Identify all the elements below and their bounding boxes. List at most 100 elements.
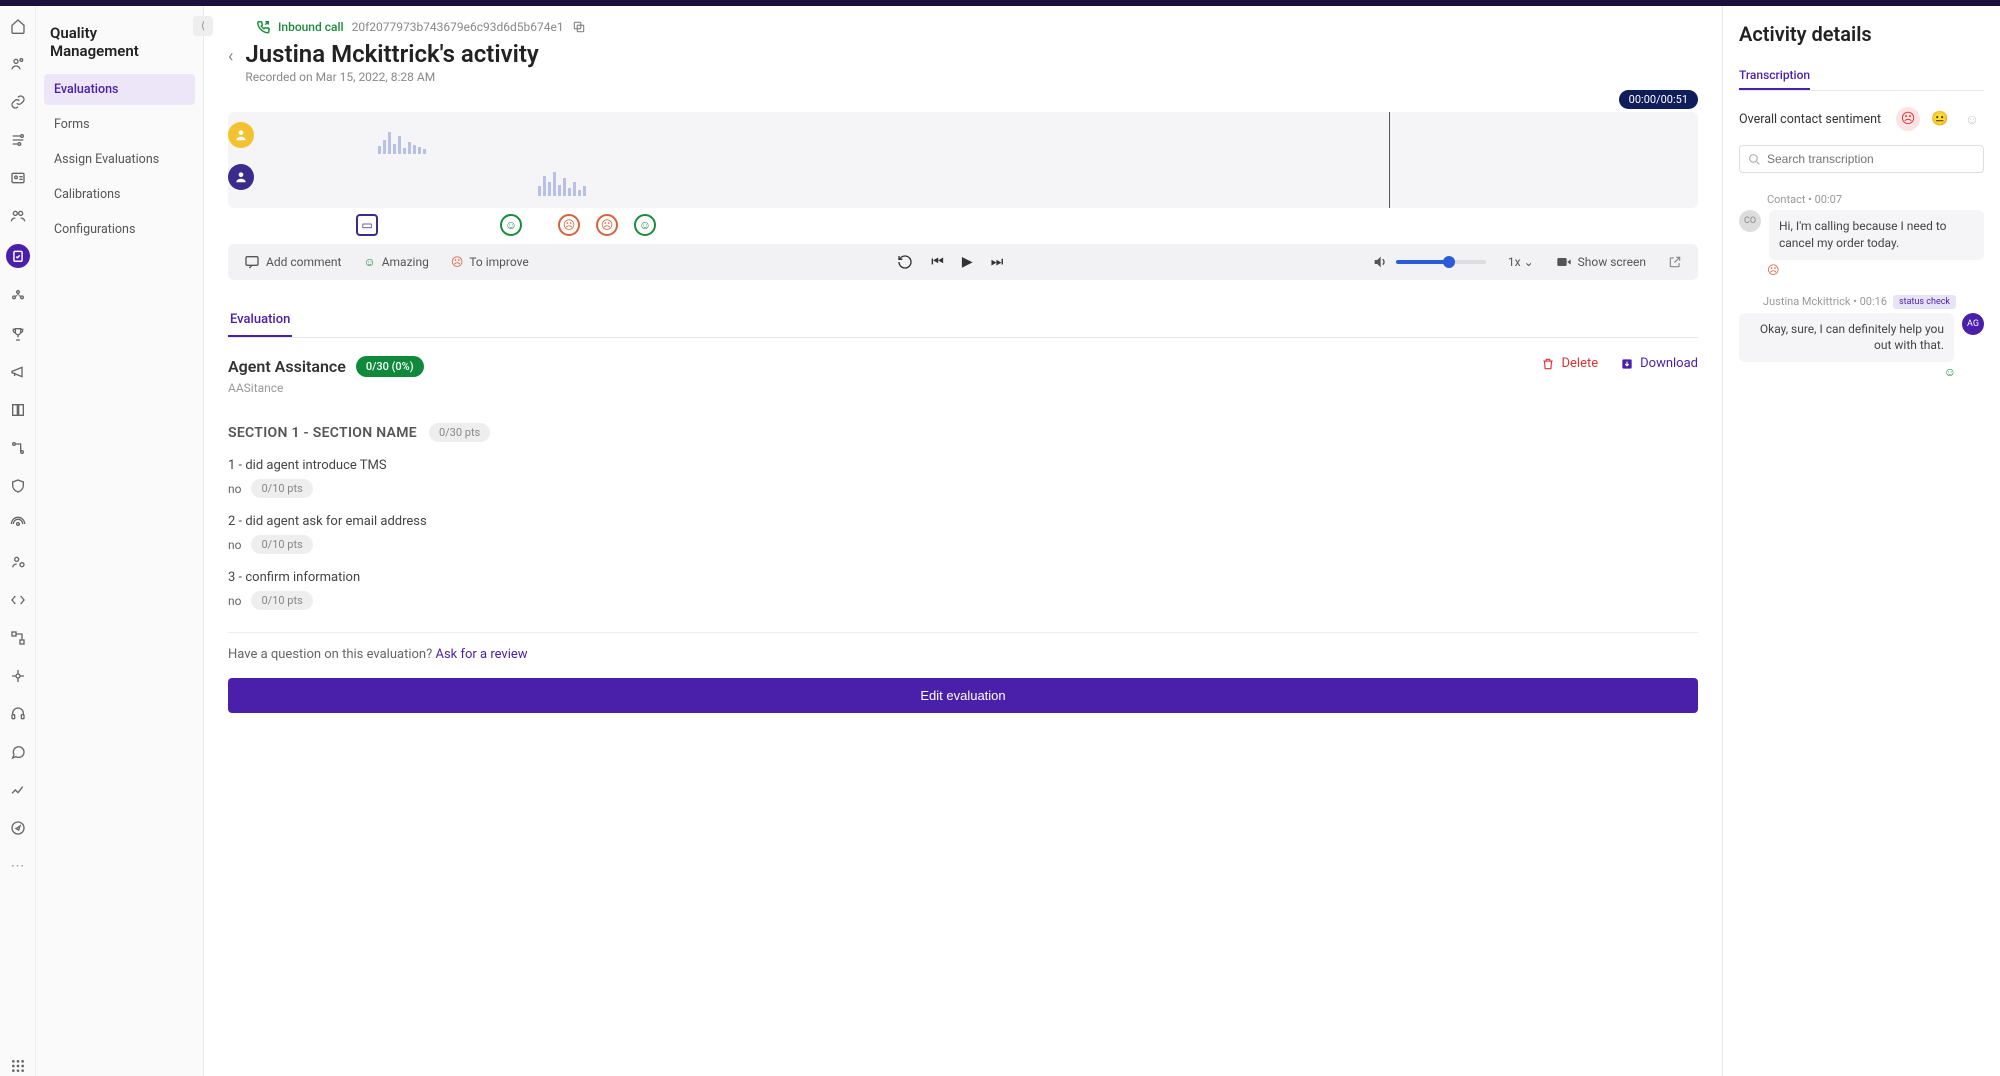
to-improve-button[interactable]: ☹ To improve [451,255,529,269]
contact-waveform [378,126,426,154]
question-answer: no [228,482,241,496]
trash-icon [1541,357,1555,371]
chat-icon[interactable] [8,742,28,762]
question-answer: no [228,538,241,552]
book-icon[interactable] [8,400,28,420]
note-marker-icon[interactable]: ▭ [356,214,378,236]
video-icon [1556,254,1572,270]
tab-evaluation[interactable]: Evaluation [228,304,292,337]
headset-icon[interactable] [8,704,28,724]
amazing-button[interactable]: ☺ Amazing [363,255,428,269]
home-icon[interactable] [8,16,28,36]
back-button[interactable]: ‹ [228,40,233,67]
analytics-icon[interactable] [8,780,28,800]
tab-transcription[interactable]: Transcription [1739,62,1810,90]
message-bubble[interactable]: Hi, I'm calling because I need to cancel… [1769,210,1984,260]
clipboard-check-icon[interactable] [6,244,30,268]
sidebar-item-evaluations[interactable]: Evaluations [44,74,195,105]
playback-speed-selector[interactable]: 1x ⌄ [1508,255,1534,269]
message-bubble[interactable]: Okay, sure, I can definitely help you ou… [1739,313,1954,363]
section-points-badge: 0/30 pts [429,423,490,442]
collapse-sidebar-button[interactable]: ⟨ [193,16,213,36]
download-label: Download [1640,356,1698,371]
replay-icon[interactable] [897,254,913,270]
question-text: 1 - did agent introduce TMS [228,458,1698,473]
trophy-icon[interactable] [8,324,28,344]
workflow-icon[interactable] [8,628,28,648]
transcript-message: Justina Mckittrick • 00:16 status check … [1739,295,1984,380]
smile-icon: ☺ [363,255,375,269]
sidebar: ⟨ Quality Management EvaluationsFormsAss… [36,6,204,1076]
question-item: 1 - did agent introduce TMS no 0/10 pts [228,458,1698,498]
positive-sentiment-marker-icon[interactable]: ☺ [634,214,656,236]
message-meta: Justina Mckittrick • 00:16 status check [1739,295,1984,309]
flow-icon[interactable] [8,438,28,458]
search-transcription[interactable] [1739,145,1984,173]
negative-sentiment-marker-icon[interactable]: ☹ [596,214,618,236]
positive-sentiment-marker-icon[interactable]: ☺ [500,214,522,236]
gear-user-icon[interactable] [8,552,28,572]
sidebar-item-assign-evaluations[interactable]: Assign Evaluations [44,144,195,175]
skip-forward-icon[interactable]: ⏭ [991,254,1004,270]
review-prompt-row: Have a question on this evaluation? Ask … [228,632,1698,662]
broadcast-icon[interactable] [8,514,28,534]
link-icon[interactable] [8,92,28,112]
shield-icon[interactable] [8,476,28,496]
team-icon[interactable] [8,206,28,226]
page-title: Justina Mckittrick's activity [245,40,538,68]
edit-evaluation-button[interactable]: Edit evaluation [228,678,1698,713]
sentiment-negative-icon[interactable]: ☹ [1896,107,1920,131]
play-icon[interactable]: ▶ [962,254,973,270]
contact-card-icon[interactable] [8,168,28,188]
compass-icon[interactable] [8,818,28,838]
volume-control[interactable] [1372,254,1486,270]
ask-for-review-link[interactable]: Ask for a review [435,647,527,662]
volume-icon [1372,254,1388,270]
copy-icon[interactable] [572,20,586,34]
download-icon [1620,357,1634,371]
frown-icon: ☹ [451,255,464,269]
delete-button[interactable]: Delete [1541,356,1598,371]
show-screen-label: Show screen [1578,255,1646,269]
amazing-label: Amazing [382,255,429,269]
question-item: 2 - did agent ask for email address no 0… [228,514,1698,554]
add-comment-button[interactable]: Add comment [244,254,341,270]
add-comment-label: Add comment [266,255,341,269]
content-tabs: Evaluation [228,304,1698,338]
playhead[interactable] [1389,112,1390,208]
search-icon [1748,153,1761,166]
message-sentiment-icon: ☹ [1739,263,1984,277]
code-icon[interactable] [8,590,28,610]
sidebar-item-configurations[interactable]: Configurations [44,214,195,245]
call-id: 20f2077973b743679e6c93d6d5b674e1 [352,20,564,34]
integrations-icon[interactable] [8,666,28,686]
volume-slider[interactable] [1396,260,1486,264]
sidebar-item-calibrations[interactable]: Calibrations [44,179,195,210]
more-icon[interactable]: ⋯ [8,856,28,876]
show-screen-button[interactable]: Show screen [1556,254,1646,270]
sentiment-neutral-icon[interactable]: 😐 [1928,107,1952,131]
skip-back-icon[interactable]: ⏮ [931,254,944,270]
search-input[interactable] [1767,152,1975,166]
speed-value: 1x [1508,255,1521,269]
question-points-badge: 0/10 pts [251,479,312,498]
question-item: 3 - confirm information no 0/10 pts [228,570,1698,610]
apps-icon[interactable] [8,1056,28,1076]
question-answer: no [228,594,241,608]
sidebar-item-forms[interactable]: Forms [44,109,195,140]
question-text: 3 - confirm information [228,570,1698,585]
activity-details-panel: Activity details Transcription Overall c… [1722,6,2000,1076]
popout-icon[interactable] [1668,255,1682,269]
main-content: Inbound call 20f2077973b743679e6c93d6d5b… [204,6,1722,1076]
users-icon[interactable] [8,54,28,74]
contact-track-avatar [228,122,254,148]
group-icon[interactable] [8,286,28,306]
agent-track-avatar [228,164,254,190]
playback-time-badge: 00:00/00:51 [1619,90,1698,109]
download-button[interactable]: Download [1620,356,1698,371]
negative-sentiment-marker-icon[interactable]: ☹ [558,214,580,236]
megaphone-icon[interactable] [8,362,28,382]
audio-timeline[interactable] [228,112,1698,208]
sentiment-positive-icon[interactable]: ☺ [1960,107,1984,131]
settings-sliders-icon[interactable] [8,130,28,150]
